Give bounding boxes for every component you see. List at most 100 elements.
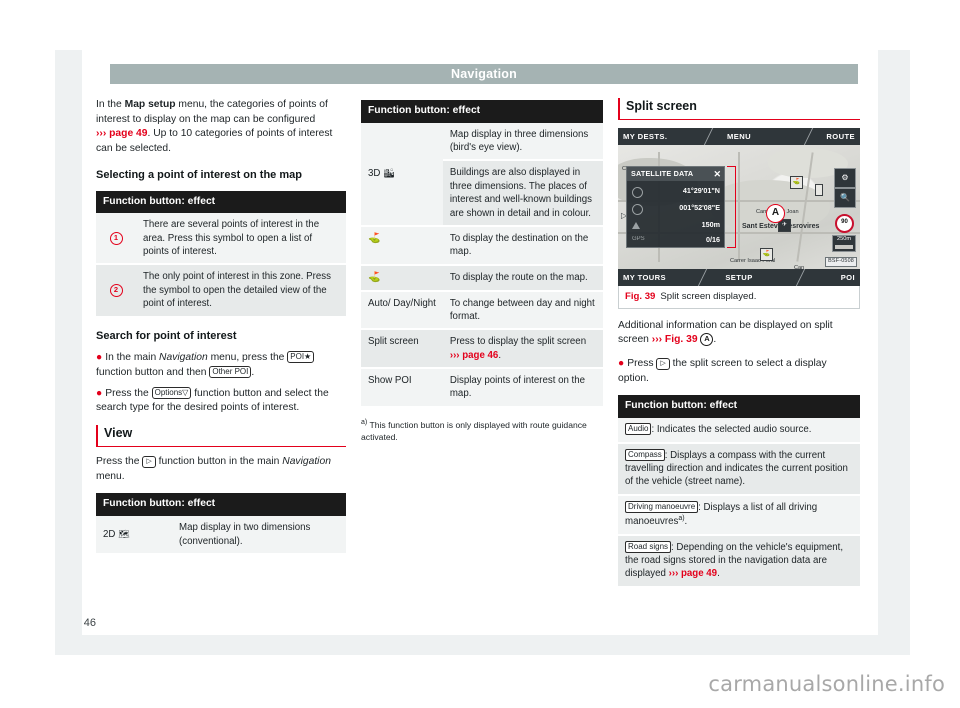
road-signs-button-chip[interactable]: Road signs: [625, 540, 672, 553]
table-row: Driving manoeuvre: Displays a list of al…: [618, 494, 860, 536]
show-poi-key: Show POI: [361, 368, 443, 408]
split-screen-key: Split screen: [361, 329, 443, 370]
poi-button-chip[interactable]: POI★: [287, 351, 315, 364]
close-icon[interactable]: ✕: [713, 168, 721, 180]
poi-icon[interactable]: ⛳: [790, 175, 803, 189]
table-row: Auto/ Day/Night To change between day an…: [361, 290, 603, 331]
table-header-function-effect: Function button: effect: [96, 493, 346, 517]
latitude-icon: [632, 186, 643, 198]
table-row: 3D 🏙 Map display in three dimensions (bi…: [361, 122, 603, 227]
banner-title: Navigation: [451, 67, 517, 81]
satellite-panel-title: SATELLITE DATA: [627, 166, 724, 181]
driving-manoeuvre-button-chip[interactable]: Driving manoeuvre: [625, 500, 699, 513]
table-row: 1 There are several points of interest i…: [96, 213, 346, 266]
figure-reference-39[interactable]: ››› Fig. 39: [652, 334, 698, 345]
longitude-icon: [632, 203, 643, 215]
table-row: Road signs: Depending on the vehicle's e…: [618, 534, 860, 588]
map-2d-icon: 🗺: [118, 528, 130, 539]
auto-day-night-key: Auto/ Day/Night: [361, 290, 443, 331]
heading-search-poi: Search for point of interest: [96, 329, 237, 342]
table-row: Compass: Displays a compass with the cur…: [618, 442, 860, 496]
table-row: Split screen Press to display the split …: [361, 329, 603, 370]
circle-number-icon: 2: [109, 283, 123, 297]
poi-marker-2-description: The only point of interest in this zone.…: [136, 264, 346, 318]
circle-number-icon: 1: [109, 231, 123, 245]
table-view-options: Function button: effect 3D 🏙 Map display…: [361, 100, 603, 408]
table-split-screen-options: Function button: effect Audio: Indicates…: [618, 395, 860, 588]
compass-button-chip[interactable]: Compass: [625, 448, 665, 461]
callout-reference-a: A: [700, 333, 714, 347]
play-arrow-button-icon[interactable]: ▷: [656, 358, 670, 371]
table-row: 2 The only point of interest in this zon…: [96, 264, 346, 318]
satellite-data-panel: SATELLITE DATA ✕ 41°29'01"N 001°52'08"E …: [626, 165, 725, 248]
tab-menu[interactable]: MENU: [727, 132, 751, 143]
intro-paragraph: In the Map setup menu, the categories of…: [96, 98, 346, 157]
view-paragraph: Press the ▷ function button in the main …: [96, 455, 346, 484]
table-row: Audio: Indicates the selected audio sour…: [618, 418, 860, 444]
split-screen-text-2: .: [713, 334, 717, 346]
middle-column: Function button: effect 3D 🏙 Map display…: [361, 98, 603, 443]
search-poi-bullets: ● In the main Navigation menu, press the …: [96, 351, 346, 416]
heading-view: View: [96, 425, 346, 448]
heading-split-screen: Split screen: [618, 98, 860, 120]
view-3d-description-2: Buildings are also displayed in three di…: [442, 160, 603, 227]
poi-icon[interactable]: [815, 183, 823, 196]
callout-label-a: A: [766, 203, 785, 223]
latitude-value: 41°29'01"N: [682, 185, 720, 195]
nav-top-bar: MY DESTS. MENU ROUTE: [618, 127, 860, 145]
navigation-term: Navigation: [282, 456, 331, 468]
road-signs-option: Road signs: Depending on the vehicle's e…: [618, 534, 860, 588]
view-2d-description: Map display in two dimensions (conventio…: [172, 516, 346, 555]
figure-caption: Fig. 39 Split screen displayed.: [618, 285, 860, 309]
bullet-text-1: Press: [627, 358, 657, 370]
list-item: ● Press the Options▽ function button and …: [96, 386, 346, 416]
table-row: 2D 🗺 Map display in two dimensions (conv…: [96, 516, 346, 555]
audio-option-text: : Indicates the selected audio source.: [651, 424, 812, 436]
figure-caption-text: Split screen displayed.: [660, 290, 757, 302]
table-header-function-effect: Function button: effect: [96, 190, 346, 214]
table-view-2d: Function button: effect 2D 🗺 Map display…: [96, 493, 346, 555]
tab-my-dests[interactable]: MY DESTS.: [623, 132, 667, 143]
altitude-icon: [632, 221, 640, 229]
intro-text-1: In the: [96, 99, 125, 110]
poi-marker-1: 1: [96, 213, 136, 266]
bullet-text-5: Press the: [105, 387, 152, 399]
split-screen-description: Press to display the split screen ››› pa…: [442, 329, 603, 370]
other-poi-button-chip[interactable]: Other POI: [209, 366, 252, 378]
poi-icon[interactable]: ⛳: [760, 247, 773, 261]
view-3d-key: 3D 🏙: [361, 122, 443, 227]
footnote: a) This function button is only displaye…: [361, 418, 603, 443]
driving-manoeuvre-option: Driving manoeuvre: Displays a list of al…: [618, 494, 860, 536]
bullet-text-3: function button and then: [96, 367, 210, 378]
list-item: ● In the main Navigation menu, press the …: [96, 351, 346, 380]
image-code: BSF-0508: [825, 257, 857, 267]
tab-poi[interactable]: POI: [841, 273, 855, 284]
tab-route[interactable]: ROUTE: [826, 132, 855, 143]
play-arrow-button-icon[interactable]: ▷: [142, 456, 156, 469]
view-text-3: menu.: [96, 470, 125, 482]
view-text-1: Press the: [96, 456, 143, 468]
audio-button-chip[interactable]: Audio: [625, 423, 652, 436]
gps-icon: GPS: [632, 235, 645, 242]
page-reference-46[interactable]: ››› page 46: [450, 350, 498, 361]
auto-day-night-description: To change between day and night format.: [442, 290, 603, 331]
navigation-screenshot: Castellví de Rosanes Carrer Sant Joan Sa…: [618, 127, 860, 286]
map-settings-button[interactable]: ⚙: [834, 167, 856, 188]
options-button-chip[interactable]: Options▽: [151, 386, 192, 399]
page-reference-49[interactable]: ››› page 49: [96, 128, 148, 139]
table-row: ⛳ To display the destination on the map.: [361, 225, 603, 266]
route-flag-icon: ⛳: [361, 264, 443, 292]
figure-39: Castellví de Rosanes Carrer Sant Joan Sa…: [618, 127, 860, 309]
tab-my-tours[interactable]: MY TOURS: [623, 273, 666, 284]
audio-option: Audio: Indicates the selected audio sour…: [618, 418, 860, 444]
view-2d-key: 2D 🗺: [96, 516, 172, 555]
map-search-button[interactable]: 🔍: [834, 187, 856, 208]
page-reference-49[interactable]: ››› page 49: [669, 568, 717, 579]
tab-setup[interactable]: SETUP: [725, 273, 752, 284]
navigation-term: Navigation: [159, 352, 208, 364]
figure-number: Fig. 39: [625, 290, 656, 302]
callout-bracket: [727, 165, 736, 248]
speed-limit-sign: 90: [835, 213, 854, 233]
heading-selecting-poi: Selecting a point of interest on the map: [96, 168, 302, 181]
poi-marker-1-description: There are several points of interest in …: [136, 213, 346, 266]
